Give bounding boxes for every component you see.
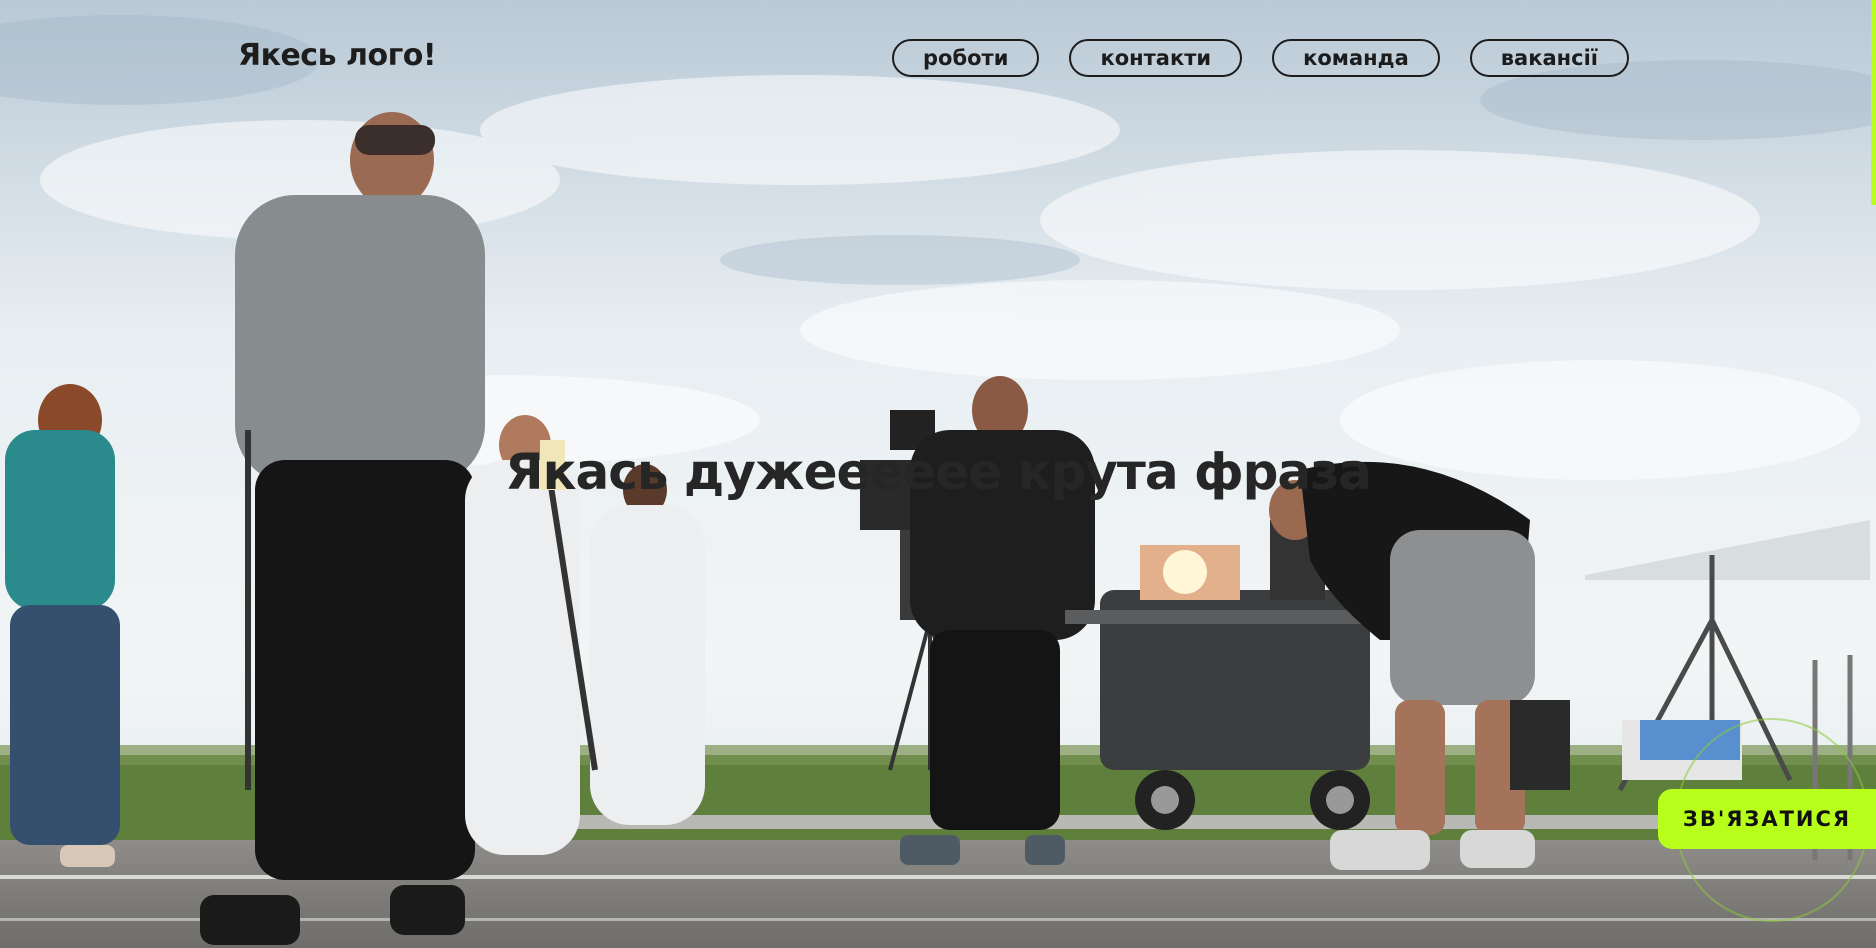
main-nav: роботи контакти команда вакансії — [892, 39, 1630, 77]
nav-team-button[interactable]: команда — [1272, 39, 1440, 77]
nav-vacancies-button[interactable]: вакансії — [1469, 39, 1630, 77]
scroll-indicator — [1871, 0, 1876, 205]
contact-cta-button[interactable]: ЗВ'ЯЗАТИСЯ — [1658, 789, 1876, 849]
nav-works-button[interactable]: роботи — [892, 39, 1040, 77]
nav-contacts-button[interactable]: контакти — [1069, 39, 1243, 77]
hero-headline: Якась дужееееее крута фраза — [505, 443, 1372, 501]
site-logo[interactable]: Якесь лого! — [238, 38, 437, 73]
